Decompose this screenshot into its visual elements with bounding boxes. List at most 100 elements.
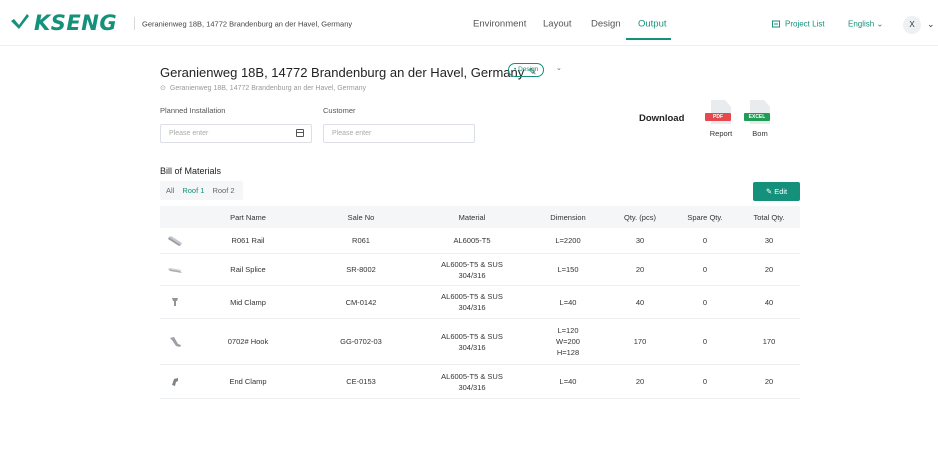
tab-roof-1[interactable]: Roof 1: [182, 186, 204, 195]
pencil-icon: ✎: [765, 187, 773, 196]
top-navigation-bar: KSENG Geranienweg 18B, 14772 Brandenburg…: [0, 0, 938, 46]
status-badge[interactable]: • Design: [508, 63, 545, 77]
planned-installation-input[interactable]: Please enter: [160, 124, 312, 143]
active-nav-indicator: [626, 38, 671, 40]
rail-icon: [160, 235, 190, 247]
tab-all[interactable]: All: [166, 186, 174, 195]
qty: 170: [633, 337, 647, 346]
sale-no: CE-0153: [346, 377, 376, 386]
qty: 30: [635, 236, 645, 245]
dimension-line: L=40: [559, 377, 577, 386]
col-total-qty: Total Qty.: [753, 212, 785, 222]
user-avatar[interactable]: X: [903, 16, 921, 34]
nav-design[interactable]: Design: [591, 19, 621, 30]
project-list-label: Project List: [785, 19, 825, 29]
material-line: 304/316: [458, 382, 486, 392]
project-list-link[interactable]: Project List: [772, 20, 825, 29]
part-name: 0702# Hook: [227, 337, 269, 346]
logo-text: KSENG: [34, 11, 118, 35]
chevron-down-icon[interactable]: ⌄: [927, 19, 935, 30]
table-row[interactable]: 0702# Hook GG-0702-03 AL6005-T5 & SUS 304…: [160, 319, 800, 365]
dimension-line: W=200: [556, 337, 580, 346]
material-line: AL6005-T5 & SUS: [441, 371, 503, 381]
dimension: L=150: [528, 264, 608, 275]
spare-qty: 0: [702, 337, 708, 346]
download-bom-button[interactable]: EXCEL Bom: [744, 100, 775, 138]
nav-environment[interactable]: Environment: [473, 19, 526, 30]
spare-qty: 0: [702, 236, 708, 245]
material: AL6005-T5 & SUS 304/316: [416, 331, 528, 353]
table-row[interactable]: End Clamp CE-0153 AL6005-T5 & SUS 304/316…: [160, 365, 800, 399]
total-qty: 170: [762, 337, 776, 346]
qty: 20: [635, 377, 645, 386]
chevron-down-icon[interactable]: ⌄: [556, 64, 562, 72]
total-qty: 20: [764, 265, 774, 274]
material: AL6005-T5 & SUS 304/316: [416, 259, 528, 281]
logo-mark-icon: [11, 14, 29, 29]
page-title: Geranienweg 18B, 14772 Brandenburg an de…: [160, 65, 537, 80]
table-row[interactable]: Rail Splice SR-8002 AL6005-T5 & SUS 304/3…: [160, 254, 800, 286]
col-dimension: Dimension: [550, 212, 586, 222]
dimension-line: L=2200: [555, 236, 581, 245]
nav-output[interactable]: Output: [638, 19, 667, 30]
dimension: L=40: [528, 297, 608, 308]
sale-no: SR-8002: [346, 265, 376, 274]
customer-input[interactable]: Please enter: [323, 124, 475, 143]
bom-table: Part Name Sale No Material Dimension Qty…: [160, 206, 800, 399]
nav-layout[interactable]: Layout: [543, 19, 572, 30]
dimension-line: L=150: [557, 265, 579, 274]
report-label: Report: [709, 129, 733, 138]
language-select[interactable]: English ⌄: [848, 20, 883, 29]
subtitle-address-text: Geranienweg 18B, 14772 Brandenburg an de…: [169, 85, 366, 92]
col-spare-qty: Spare Qty.: [687, 212, 723, 222]
excel-tag: EXCEL: [744, 113, 770, 121]
location-pin-icon: ⊙: [160, 85, 166, 92]
download-report-button[interactable]: PDF Report: [705, 100, 736, 138]
calendar-icon[interactable]: [296, 129, 304, 137]
table-row[interactable]: Mid Clamp CM-0142 AL6005-T5 & SUS 304/316…: [160, 286, 800, 319]
sale-no: R061: [352, 236, 370, 245]
material: AL6005-T5 & SUS 304/316: [416, 291, 528, 313]
material-line: AL6005-T5 & SUS: [441, 259, 503, 269]
page-title-text: Geranienweg 18B, 14772 Brandenburg an de…: [160, 65, 525, 80]
sale-no: CM-0142: [345, 297, 377, 307]
header-divider: [134, 17, 135, 30]
bom-title: Bill of Materials: [160, 166, 222, 176]
customer-placeholder: Please enter: [332, 130, 372, 137]
hook-icon: [160, 335, 190, 349]
material: AL6005-T5: [416, 235, 528, 246]
end-clamp-icon: [160, 376, 190, 388]
list-icon: [772, 20, 780, 28]
total-qty: 20: [764, 377, 774, 386]
pdf-tag: PDF: [705, 113, 731, 121]
splice-icon: [160, 265, 190, 275]
material-line: 304/316: [458, 303, 486, 312]
subtitle-address: ⊙ Geranienweg 18B, 14772 Brandenburg an d…: [160, 84, 366, 92]
tab-roof-2[interactable]: Roof 2: [212, 186, 234, 195]
material-line: AL6005-T5 & SUS: [441, 292, 503, 301]
roof-tabs: All Roof 1 Roof 2: [160, 181, 243, 200]
header-address: Geranienweg 18B, 14772 Brandenburg an de…: [142, 19, 353, 29]
spare-qty: 0: [702, 265, 708, 274]
material-line: AL6005-T5: [453, 236, 491, 245]
edit-button-label: Edit: [774, 187, 788, 196]
material-line: AL6005-T5 & SUS: [441, 331, 503, 341]
kseng-logo[interactable]: KSENG: [9, 11, 117, 35]
col-material: Material: [458, 212, 486, 222]
part-name: Rail Splice: [230, 265, 266, 274]
part-name: R061 Rail: [231, 236, 265, 245]
edit-button[interactable]: ✎ Edit: [753, 182, 800, 201]
download-label: Download: [639, 113, 685, 124]
table-row[interactable]: R061 Rail R061 AL6005-T5 L=2200 30 0 30: [160, 228, 800, 254]
table-header: Part Name Sale No Material Dimension Qty…: [160, 206, 800, 228]
dimension-line: H=128: [556, 348, 580, 357]
dimension: L=120 W=200 H=128: [528, 325, 608, 358]
total-qty: 30: [764, 236, 774, 245]
material: AL6005-T5 & SUS 304/316: [416, 371, 528, 393]
part-name: End Clamp: [229, 377, 267, 386]
customer-label: Customer: [323, 106, 356, 115]
col-qty: Qty. (pcs): [624, 212, 656, 222]
planned-installation-label: Planned Installation: [160, 106, 226, 115]
total-qty: 40: [764, 297, 774, 307]
material-line: 304/316: [458, 342, 486, 352]
